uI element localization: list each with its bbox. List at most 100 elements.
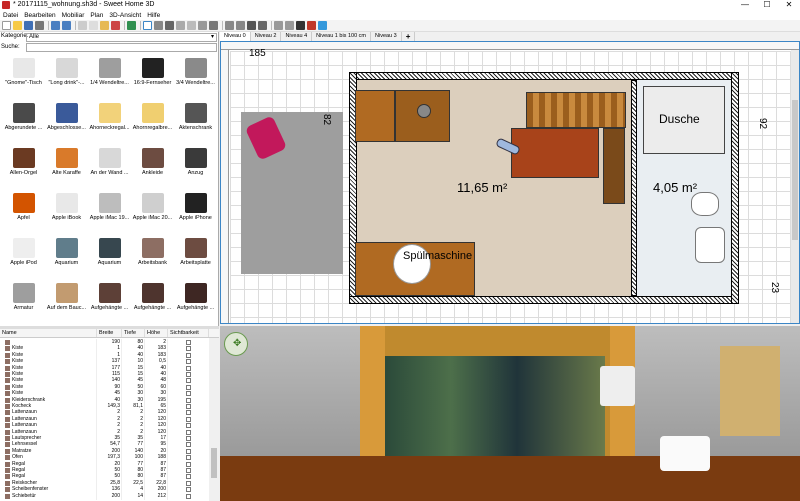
close-button[interactable]: ✕	[778, 0, 800, 11]
category-label: Kategorie:	[1, 33, 29, 39]
catalog-item[interactable]: Aktenschrank	[174, 99, 217, 144]
pan-icon[interactable]	[154, 21, 163, 30]
create-rooms-icon[interactable]	[176, 21, 185, 30]
catalog-item-label: Abgeschlosse...	[47, 125, 86, 131]
catalog-item[interactable]: 3/4 Wendeltre...	[174, 54, 217, 99]
col-width[interactable]: Breite	[97, 329, 122, 337]
plan-view[interactable]: 11,65 m² 4,05 m² Dusche Spülmaschine 185…	[220, 41, 800, 324]
select-icon[interactable]	[143, 21, 152, 30]
tab-niveau-0[interactable]: Niveau 0	[220, 32, 251, 41]
menu-bearbeiten[interactable]: Bearbeiten	[21, 11, 58, 20]
create-polylines-icon[interactable]	[187, 21, 196, 30]
copy-icon[interactable]	[89, 21, 98, 30]
catalog-item[interactable]: Aufgehängte ...	[131, 279, 174, 324]
catalog-item[interactable]: Aquarium	[45, 234, 88, 279]
catalog-item[interactable]: Armatur	[2, 279, 45, 324]
open-folder-icon[interactable]	[13, 21, 22, 30]
toilet[interactable]	[691, 192, 719, 216]
menu-hilfe[interactable]: Hilfe	[144, 11, 163, 20]
catalog-item[interactable]: "Gnome"-Tisch	[2, 54, 45, 99]
save-as-icon[interactable]	[35, 21, 44, 30]
tab-niveau-2[interactable]: Niveau 2	[251, 32, 282, 41]
catalog-item[interactable]: Apple iPod	[2, 234, 45, 279]
catalog-item[interactable]: Apple iBook	[45, 189, 88, 234]
catalog-item[interactable]: Arbeitsplatte	[174, 234, 217, 279]
decrease-text-icon[interactable]	[236, 21, 245, 30]
catalog-item[interactable]: Apple iPhone	[174, 189, 217, 234]
menu-3d-ansicht[interactable]: 3D-Ansicht	[106, 11, 144, 20]
paste-icon[interactable]	[100, 21, 109, 30]
bed[interactable]	[511, 128, 599, 178]
add-furniture-icon[interactable]	[127, 21, 136, 30]
tab-niveau-4[interactable]: Niveau 4	[281, 32, 313, 41]
redo-icon[interactable]	[62, 21, 71, 30]
furniture-icon	[5, 461, 10, 467]
catalog-item[interactable]: Apple iMac 19...	[88, 189, 131, 234]
tab-niveau-3[interactable]: Niveau 3	[371, 32, 402, 41]
new-file-icon[interactable]	[2, 21, 11, 30]
visibility-checkbox[interactable]	[168, 493, 209, 500]
catalog-item[interactable]: Anzug	[174, 144, 217, 189]
col-depth[interactable]: Tiefe	[122, 329, 145, 337]
tab-niveau-1[interactable]: Niveau 1 bis 100 cm	[312, 32, 371, 41]
maximize-button[interactable]: ☐	[756, 0, 778, 11]
cut-icon[interactable]	[78, 21, 87, 30]
catalog-item[interactable]: 16:9-Fernseher	[131, 54, 174, 99]
catalog-item[interactable]: An der Wand ...	[88, 144, 131, 189]
sink[interactable]	[695, 227, 725, 263]
catalog-item[interactable]: Abgeschlosse...	[45, 99, 88, 144]
catalog-item[interactable]: Ahorneckregal...	[88, 99, 131, 144]
col-visibility[interactable]: Sichtbarkeit	[168, 329, 209, 337]
chevron-down-icon: ▾	[210, 34, 214, 40]
plan-scrollbar[interactable]	[791, 50, 799, 323]
search-input[interactable]	[26, 43, 217, 52]
table-scrollbar[interactable]	[209, 338, 219, 501]
catalog-item[interactable]: Ankleide	[131, 144, 174, 189]
undo-icon[interactable]	[51, 21, 60, 30]
catalog-item[interactable]: Apple iMac 20...	[131, 189, 174, 234]
create-walls-icon[interactable]	[165, 21, 174, 30]
catalog-item[interactable]: "Long drink"-...	[45, 54, 88, 99]
catalog-item[interactable]: Aquarium	[88, 234, 131, 279]
add-level-button[interactable]: +	[402, 32, 416, 41]
catalog-item[interactable]: Ahornregalbre...	[131, 99, 174, 144]
save-icon[interactable]	[24, 21, 33, 30]
dimension-top: 185	[249, 48, 266, 59]
category-select[interactable]: Alle ▾	[26, 33, 217, 42]
create-dimensions-icon[interactable]	[198, 21, 207, 30]
catalog-item[interactable]: Allen-Orgel	[2, 144, 45, 189]
add-text-icon[interactable]	[209, 21, 218, 30]
delete-icon[interactable]	[111, 21, 120, 30]
catalog-item[interactable]: Apfel	[2, 189, 45, 234]
catalog-item[interactable]: Alte Karaffe	[45, 144, 88, 189]
photo-icon[interactable]	[296, 21, 305, 30]
catalog-item-label: Anzug	[187, 170, 204, 176]
video-icon[interactable]	[307, 21, 316, 30]
catalog-item[interactable]: 1/4 Wendeltre...	[88, 54, 131, 99]
furniture-thumbnail-icon	[55, 103, 78, 123]
catalog-item[interactable]: Abgerundete ...	[2, 99, 45, 144]
3d-view[interactable]: ✥	[220, 326, 800, 501]
catalog-item[interactable]: Auf dem Bauc...	[45, 279, 88, 324]
col-height[interactable]: Höhe	[145, 329, 168, 337]
staircase[interactable]	[526, 92, 626, 128]
zoom-out-icon[interactable]	[285, 21, 294, 30]
catalog-item[interactable]: Aufgehängte ...	[88, 279, 131, 324]
wardrobe[interactable]	[603, 128, 625, 204]
increase-text-icon[interactable]	[225, 21, 234, 30]
navigation-control[interactable]: ✥	[224, 332, 248, 356]
catalog-item[interactable]: Aufgehängte ...	[174, 279, 217, 324]
furniture-icon	[5, 423, 10, 429]
table-row[interactable]: Schiebetür 200 14 212	[0, 492, 209, 500]
col-name[interactable]: Name	[0, 329, 97, 337]
italic-icon[interactable]	[258, 21, 267, 30]
menu-mobiliar[interactable]: Mobiliar	[59, 11, 88, 20]
catalog-item[interactable]: Arbeitsbank	[131, 234, 174, 279]
minimize-button[interactable]: —	[734, 0, 756, 11]
menu-plan[interactable]: Plan	[87, 11, 106, 20]
help-icon[interactable]	[318, 21, 327, 30]
kitchen-counter[interactable]	[355, 90, 395, 142]
bold-icon[interactable]	[247, 21, 256, 30]
menu-datei[interactable]: Datei	[0, 11, 21, 20]
zoom-in-icon[interactable]	[274, 21, 283, 30]
